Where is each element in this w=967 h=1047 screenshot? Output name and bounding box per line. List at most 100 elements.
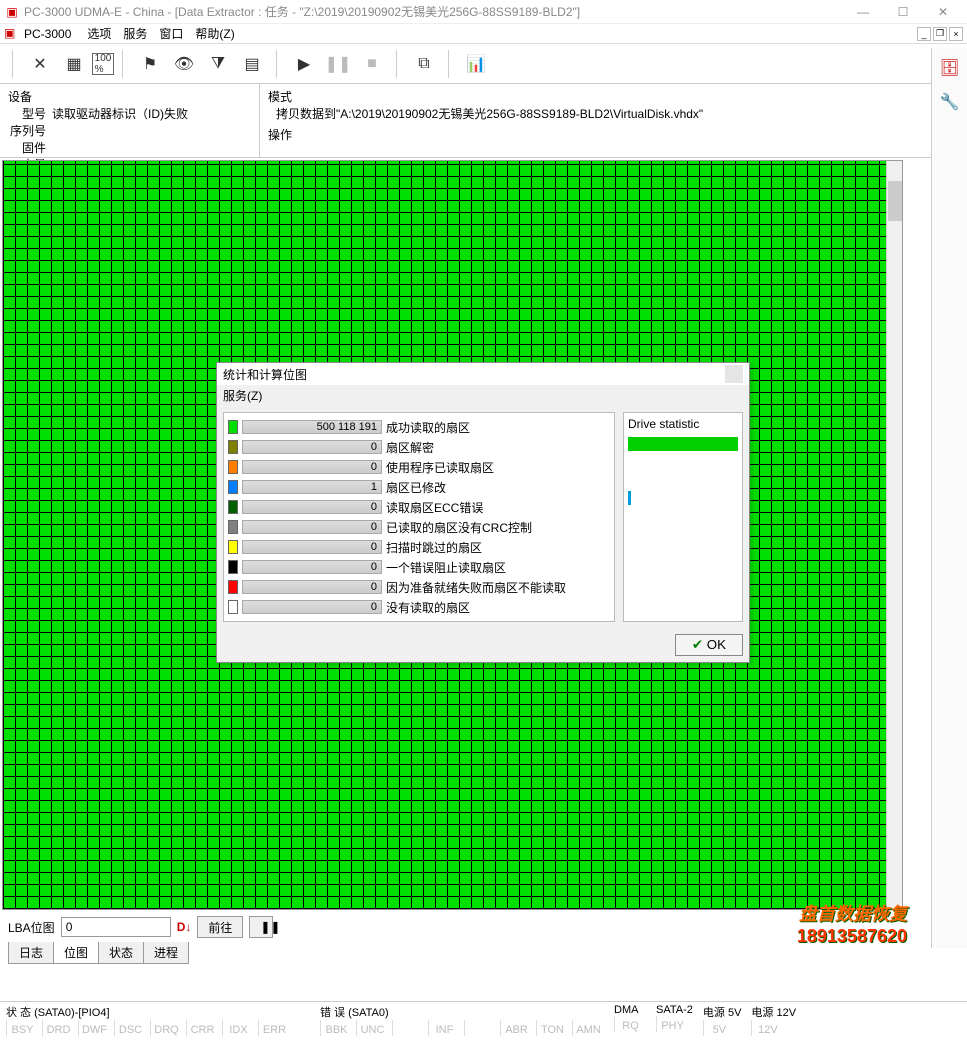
maximize-button[interactable]: ☐ [883,1,923,23]
right-sidebar: 🗄 🔧 [931,48,967,948]
stat-row: 0 扇区解密 [228,437,610,457]
stat-label: 一个错误阻止读取扇区 [386,559,506,576]
status-flag: DWF [78,1020,110,1036]
stat-label: 成功读取的扇区 [386,419,470,436]
tab-process[interactable]: 进程 [143,942,189,964]
tool-map-icon[interactable]: ▦ [58,48,90,80]
status-flag: ERR [258,1020,290,1036]
stat-value: 0 [242,580,382,594]
stat-row: 0 读取扇区ECC错误 [228,497,610,517]
status-flag [464,1020,496,1036]
tab-bitmap[interactable]: 位图 [53,942,99,964]
status-flag: BBK [320,1020,352,1036]
tool-binoculars-icon[interactable]: 👁 [168,48,200,80]
menu-options[interactable]: 选项 [81,25,117,42]
stat-row: 0 没有读取的扇区 [228,597,610,617]
stat-label: 扫描时跳过的扇区 [386,539,482,556]
inner-menubar: ▣ PC-3000 选项 服务 窗口 帮助(Z) _ ❐ × [0,24,967,44]
status-flag [392,1020,424,1036]
firmware-label: 固件 [8,139,46,156]
op-header: 操作 [268,126,959,143]
stat-row: 1 扇区已修改 [228,477,610,497]
model-value: 读取驱动器标识（ID)失败 [52,107,188,121]
pause-button[interactable]: ❚❚ [249,916,273,938]
dialog-title: 统计和计算位图 [223,366,307,383]
stat-row: 500 118 191 成功读取的扇区 [228,417,610,437]
lba-input[interactable] [61,917,171,937]
stat-value: 0 [242,520,382,534]
tab-status[interactable]: 状态 [98,942,144,964]
status-flag: DSC [114,1020,146,1036]
stat-value: 1 [242,480,382,494]
mode-value: 拷贝数据到"A:\2019\20190902无锡美光256G-88SS9189-… [268,105,959,122]
tool-play-icon[interactable]: ▶ [288,48,320,80]
stat-swatch [228,420,238,434]
outer-titlebar: ▣ PC-3000 UDMA-E - China - [Data Extract… [0,0,967,24]
drive-stat-label: Drive statistic [628,417,738,431]
status-flag: UNC [356,1020,388,1036]
drive-statistic-panel: Drive statistic [623,412,743,622]
tool-chart-icon[interactable]: 📊 [460,48,492,80]
toolbar: ✕ ▦ 100% ⚑ 👁 ⧩ ▤ ▶ ❚❚ ■ ⧉ 📊 [0,44,967,84]
menu-help[interactable]: 帮助(Z) [189,25,240,42]
drive-stat-bar-blue [628,491,631,505]
drive-stat-bar-green [628,437,738,451]
status-flag: 12V [751,1020,783,1036]
status-flag: TON [536,1020,568,1036]
stat-value: 0 [242,500,382,514]
menu-service[interactable]: 服务 [117,25,153,42]
tool-copy-icon[interactable]: ⧉ [408,48,440,80]
serial-label: 序列号 [8,122,46,139]
stat-row: 0 已读取的扇区没有CRC控制 [228,517,610,537]
stat-swatch [228,580,238,594]
dialog-menu-service[interactable]: 服务(Z) [223,389,262,403]
stat-value: 0 [242,460,382,474]
close-button[interactable]: ✕ [923,1,963,23]
status-flag: DRD [42,1020,74,1036]
stat-swatch [228,480,238,494]
menu-window[interactable]: 窗口 [153,25,189,42]
tool-percent-icon[interactable]: 100% [92,53,114,75]
tab-log[interactable]: 日志 [8,942,54,964]
status-flag: DRQ [150,1020,182,1036]
stats-dialog: 统计和计算位图 服务(Z) 500 118 191 成功读取的扇区 0 扇区解密… [216,362,750,663]
tool-calc-icon[interactable]: ▤ [236,48,268,80]
sidebar-tool-icon[interactable]: 🔧 [936,88,964,116]
tool-filter-icon[interactable]: ⧩ [202,48,234,80]
dialog-ok-button[interactable]: OK [675,634,743,656]
stat-label: 扇区已修改 [386,479,446,496]
tool-flag-icon[interactable]: ⚑ [134,48,166,80]
status-flag: ABR [500,1020,532,1036]
stat-label: 已读取的扇区没有CRC控制 [386,519,532,536]
mdi-close[interactable]: × [949,27,963,41]
stat-value: 0 [242,440,382,454]
stat-swatch [228,520,238,534]
stat-swatch [228,460,238,474]
stat-swatch [228,600,238,614]
tool-stop-icon[interactable]: ■ [356,48,388,80]
stat-label: 没有读取的扇区 [386,599,470,616]
mdi-restore[interactable]: ❐ [933,27,947,41]
status-flag: AMN [572,1020,604,1036]
status-flag: BSY [6,1020,38,1036]
status-group2-header: 错 误 (SATA0) [320,1004,604,1020]
lba-marker-icon[interactable]: D↓ [177,920,192,934]
app-icon: ▣ [4,4,20,20]
minimize-button[interactable]: — [843,1,883,23]
stat-swatch [228,540,238,554]
stat-label: 使用程序已读取扇区 [386,459,494,476]
status-group5-header: 电源 5V [703,1004,742,1020]
stat-row: 0 使用程序已读取扇区 [228,457,610,477]
tool-settings-icon[interactable]: ✕ [24,48,56,80]
status-group6-header: 电源 12V [751,1004,796,1020]
tool-pause-icon[interactable]: ❚❚ [322,48,354,80]
status-flag: INF [428,1020,460,1036]
go-button[interactable]: 前往 [197,916,243,938]
sidebar-drive-icon[interactable]: 🗄 [936,54,964,82]
map-scrollbar[interactable] [886,161,902,909]
mdi-minimize[interactable]: _ [917,27,931,41]
status-flag: PHY [656,1016,688,1032]
outer-title-text: PC-3000 UDMA-E - China - [Data Extractor… [24,3,580,20]
stat-label: 扇区解密 [386,439,434,456]
dialog-close-button[interactable] [725,365,743,383]
